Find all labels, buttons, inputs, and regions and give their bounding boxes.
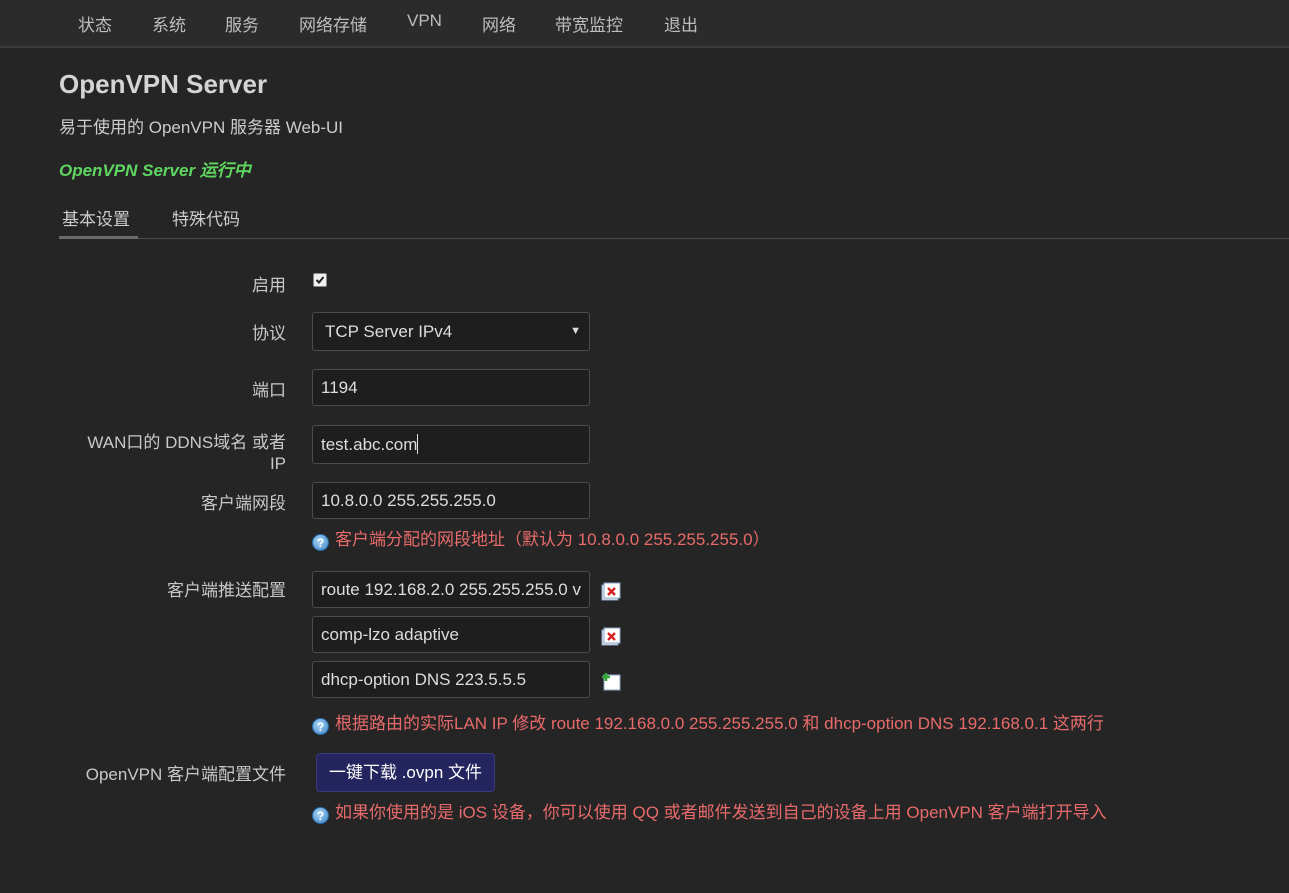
check-icon (315, 276, 325, 284)
push-config-hint: ? 根据路由的实际LAN IP 修改 route 192.168.0.0 255.… (312, 709, 1104, 735)
help-icon: ? (312, 807, 329, 824)
tab-special-code[interactable]: 特殊代码 (172, 205, 240, 230)
push-config-label: 客户端推送配置 (167, 581, 286, 600)
ovpn-file-label: OpenVPN 客户端配置文件 (85, 765, 286, 784)
remove-icon[interactable] (601, 582, 621, 601)
push-config-input-3[interactable]: dhcp-option DNS 223.5.5.5 (312, 661, 590, 698)
help-icon: ? (312, 718, 329, 735)
text-cursor (417, 434, 419, 454)
ddns-label-line2: IP (269, 454, 286, 473)
nav-item-bandwidth[interactable]: 带宽监控 (555, 11, 623, 36)
page-description: 易于使用的 OpenVPN 服务器 Web-UI (59, 118, 344, 137)
push-config-hint-text: 根据路由的实际LAN IP 修改 route 192.168.0.0 255.2… (335, 714, 1104, 733)
active-tab-indicator (59, 236, 138, 239)
enable-checkbox[interactable] (313, 273, 327, 287)
subnet-hint-text: 客户端分配的网段地址（默认为 10.8.0.0 255.255.255.0） (335, 530, 770, 549)
service-status: OpenVPN Server 运行中 (59, 161, 251, 180)
nav-item-logout[interactable]: 退出 (664, 11, 698, 36)
ovpn-hint: ? 如果你使用的是 iOS 设备，你可以使用 QQ 或者邮件发送到自己的设备上用 … (312, 798, 1107, 824)
protocol-label: 协议 (252, 324, 286, 343)
nav-item-status[interactable]: 状态 (78, 11, 112, 36)
help-icon: ? (312, 534, 329, 551)
subnet-label: 客户端网段 (201, 494, 286, 513)
add-icon[interactable] (601, 672, 621, 691)
ddns-label-line1: WAN口的 DDNS域名 或者 (87, 433, 286, 452)
port-input[interactable]: 1194 (312, 369, 590, 406)
ddns-label: WAN口的 DDNS域名 或者 IP (56, 432, 286, 474)
ddns-input[interactable]: test.abc.com (312, 425, 590, 464)
ddns-input-value: test.abc.com (321, 435, 418, 454)
nav-item-nas[interactable]: 网络存储 (299, 11, 367, 36)
enable-label: 启用 (252, 276, 286, 295)
push-config-input-1[interactable]: route 192.168.2.0 255.255.255.0 v (312, 571, 590, 608)
ovpn-hint-text: 如果你使用的是 iOS 设备，你可以使用 QQ 或者邮件发送到自己的设备上用 O… (335, 803, 1107, 822)
nav-item-network[interactable]: 网络 (482, 11, 516, 36)
nav-item-vpn[interactable]: VPN (407, 11, 442, 31)
chevron-down-icon: ▼ (570, 325, 581, 337)
download-ovpn-button[interactable]: 一键下载 .ovpn 文件 (316, 753, 495, 792)
protocol-select-value: TCP Server IPv4 (325, 322, 453, 341)
remove-icon[interactable] (601, 627, 621, 646)
port-label: 端口 (252, 381, 286, 400)
page-title: OpenVPN Server (59, 69, 268, 99)
tab-bar: 基本设置 特殊代码 (59, 190, 1289, 239)
push-config-input-2[interactable]: comp-lzo adaptive (312, 616, 590, 653)
subnet-hint: ? 客户端分配的网段地址（默认为 10.8.0.0 255.255.255.0） (312, 525, 770, 551)
top-navigation: 状态 系统 服务 网络存储 VPN 网络 带宽监控 退出 (0, 0, 1289, 48)
subnet-input[interactable]: 10.8.0.0 255.255.255.0 (312, 482, 590, 519)
tab-basic-settings[interactable]: 基本设置 (62, 205, 130, 230)
nav-item-system[interactable]: 系统 (152, 11, 186, 36)
nav-item-services[interactable]: 服务 (225, 11, 259, 36)
protocol-select[interactable]: TCP Server IPv4 ▼ (312, 312, 590, 351)
